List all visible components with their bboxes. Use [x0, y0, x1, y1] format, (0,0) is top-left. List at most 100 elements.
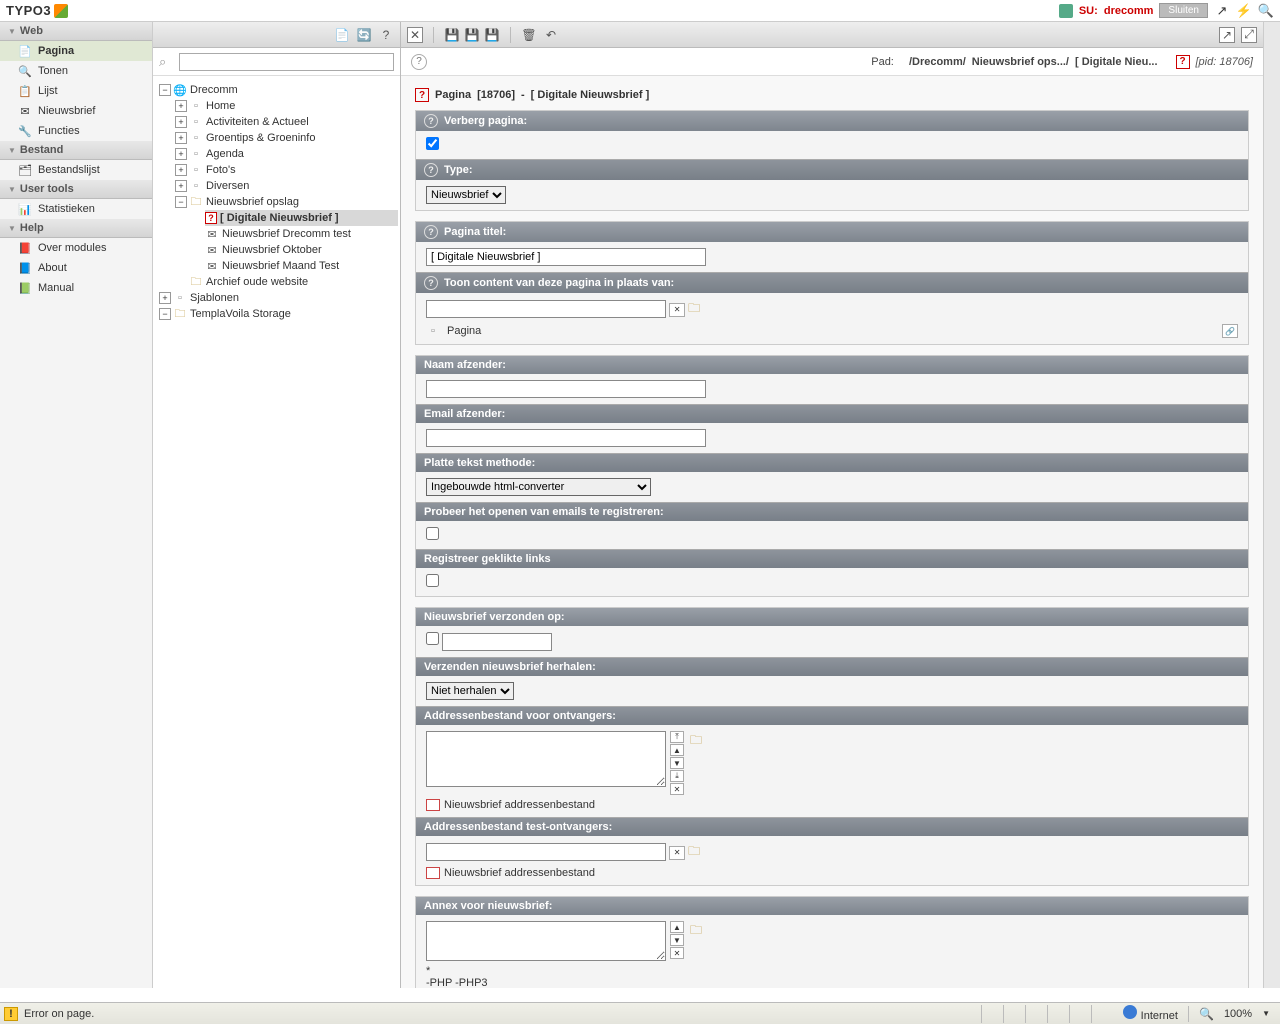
page-tree[interactable]: −🌐Drecomm +▫Home +▫Activiteiten & Actuee… — [153, 76, 400, 988]
type-select[interactable]: Nieuwsbrief — [426, 186, 506, 204]
search-icon[interactable]: 🔍 — [1258, 3, 1274, 19]
clear-icon[interactable]: ✕ — [669, 846, 685, 860]
save-close-icon[interactable]: 💾 — [484, 27, 500, 43]
tree-item[interactable]: Foto's — [206, 164, 236, 176]
module-about[interactable]: 📘About — [0, 258, 152, 278]
browse-folder-icon[interactable]: 🗀 — [688, 844, 700, 858]
remove-icon[interactable]: ✕ — [670, 947, 684, 959]
save-icon[interactable]: 💾 — [444, 27, 460, 43]
move-down-icon[interactable]: ▼ — [670, 757, 684, 769]
tree-item[interactable]: Nieuwsbrief Drecomm test — [222, 228, 351, 240]
zoom-icon[interactable]: 🔍 — [1199, 1007, 1214, 1021]
annex-textarea[interactable] — [426, 921, 666, 961]
repeat-select[interactable]: Niet herhalen — [426, 682, 514, 700]
zoom-dropdown-icon[interactable]: ▼ — [1262, 1009, 1270, 1018]
expand-icon[interactable]: + — [159, 292, 171, 304]
tree-filter-input[interactable] — [179, 53, 394, 71]
tree-item[interactable]: Agenda — [206, 148, 244, 160]
move-up-icon[interactable]: ▲ — [670, 921, 684, 933]
help-icon[interactable]: ? — [424, 225, 438, 239]
link-wizard-icon[interactable]: 🔗 — [1222, 324, 1238, 338]
move-bottom-icon[interactable]: ⤓ — [670, 770, 684, 782]
expand-icon[interactable]: + — [175, 116, 187, 128]
new-page-icon[interactable]: 📄 — [334, 27, 350, 43]
page-title-input[interactable] — [426, 248, 706, 266]
test-recipients-input[interactable] — [426, 843, 666, 861]
module-pagina[interactable]: 📄Pagina — [0, 41, 152, 61]
module-lijst[interactable]: 📋Lijst — [0, 81, 152, 101]
module-group-bestand[interactable]: Bestand — [0, 141, 152, 160]
tree-item[interactable]: Sjablonen — [190, 292, 239, 304]
test-recipients-link[interactable]: Nieuwsbrief addressenbestand — [444, 867, 595, 879]
refresh-icon[interactable]: 🔄 — [356, 27, 372, 43]
shortcut-icon[interactable]: ↗ — [1214, 3, 1230, 19]
tree-item-selected[interactable]: [ Digitale Nieuwsbrief ] — [220, 212, 339, 224]
path-segment[interactable]: Nieuwsbrief ops.../ — [972, 56, 1069, 68]
browse-folder-icon[interactable]: 🗀 — [690, 921, 702, 942]
move-up-icon[interactable]: ▲ — [670, 744, 684, 756]
sender-email-input[interactable] — [426, 429, 706, 447]
tree-item[interactable]: Nieuwsbrief Maand Test — [222, 260, 339, 272]
path-segment[interactable]: [ Digitale Nieu... — [1075, 56, 1158, 68]
tree-item[interactable]: Diversen — [206, 180, 249, 192]
logout-button[interactable]: Sluiten — [1159, 3, 1208, 18]
plaintext-select[interactable]: Ingebouwde html-converter — [426, 478, 651, 496]
module-functies[interactable]: 🔧Functies — [0, 121, 152, 141]
module-bestandslijst[interactable]: 🗂Bestandslijst — [0, 160, 152, 180]
module-group-help[interactable]: Help — [0, 219, 152, 238]
help-icon[interactable]: ? — [411, 54, 427, 70]
collapse-icon[interactable]: − — [159, 308, 171, 320]
module-nieuwsbrief[interactable]: ✉Nieuwsbrief — [0, 101, 152, 121]
recipients-textarea[interactable] — [426, 731, 666, 787]
hidden-checkbox[interactable] — [426, 137, 439, 150]
expand-icon[interactable]: + — [175, 148, 187, 160]
tree-item[interactable]: Nieuwsbrief opslag — [206, 196, 299, 208]
tree-item[interactable]: TemplaVoila Storage — [190, 308, 291, 320]
content-from-input[interactable] — [426, 300, 666, 318]
expand-icon[interactable]: + — [175, 132, 187, 144]
close-icon[interactable]: ✕ — [407, 27, 423, 43]
module-statistieken[interactable]: 📊Statistieken — [0, 199, 152, 219]
move-top-icon[interactable]: ⤒ — [670, 731, 684, 743]
move-down-icon[interactable]: ▼ — [670, 934, 684, 946]
help-icon[interactable]: ? — [378, 27, 394, 43]
collapse-icon[interactable]: − — [175, 196, 187, 208]
sent-on-input[interactable] — [442, 633, 552, 651]
tree-item[interactable]: Activiteiten & Actueel — [206, 116, 309, 128]
tree-item[interactable]: Nieuwsbrief Oktober — [222, 244, 322, 256]
path-segment[interactable]: /Drecomm/ — [909, 56, 966, 68]
module-manual[interactable]: 📗Manual — [0, 278, 152, 298]
expand-icon[interactable]: + — [175, 164, 187, 176]
track-open-checkbox[interactable] — [426, 527, 439, 540]
expand-icon[interactable]: + — [175, 180, 187, 192]
tree-root[interactable]: Drecomm — [190, 84, 238, 96]
site-icon: 🌐 — [173, 83, 187, 97]
clear-icon[interactable]: ✕ — [669, 303, 685, 317]
tree-item[interactable]: Home — [206, 100, 235, 112]
save-view-icon[interactable]: 💾 — [464, 27, 480, 43]
open-new-icon[interactable]: ↗ — [1219, 27, 1235, 43]
recipients-link[interactable]: Nieuwsbrief addressenbestand — [444, 799, 595, 811]
module-group-usertools[interactable]: User tools — [0, 180, 152, 199]
undo-icon[interactable]: ↶ — [543, 27, 559, 43]
expand-all-icon[interactable]: ⤢ — [1241, 27, 1257, 43]
collapse-icon[interactable]: − — [159, 84, 171, 96]
help-icon[interactable]: ? — [424, 163, 438, 177]
delete-icon[interactable]: 🗑 — [521, 27, 537, 43]
scrollbar[interactable] — [1263, 22, 1280, 988]
track-click-checkbox[interactable] — [426, 574, 439, 587]
browse-folder-icon[interactable]: 🗀 — [690, 731, 702, 752]
cache-icon[interactable]: ⚡ — [1236, 3, 1252, 19]
sender-name-input[interactable] — [426, 380, 706, 398]
tree-item[interactable]: Archief oude website — [206, 276, 308, 288]
expand-icon[interactable]: + — [175, 100, 187, 112]
remove-icon[interactable]: ✕ — [670, 783, 684, 795]
module-group-web[interactable]: Web — [0, 22, 152, 41]
help-icon[interactable]: ? — [424, 276, 438, 290]
module-tonen[interactable]: 🔍Tonen — [0, 61, 152, 81]
tree-item[interactable]: Groentips & Groeninfo — [206, 132, 315, 144]
module-over[interactable]: 📕Over modules — [0, 238, 152, 258]
sent-on-checkbox[interactable] — [426, 632, 439, 645]
help-icon[interactable]: ? — [424, 114, 438, 128]
browse-folder-icon[interactable]: 🗀 — [688, 301, 700, 315]
